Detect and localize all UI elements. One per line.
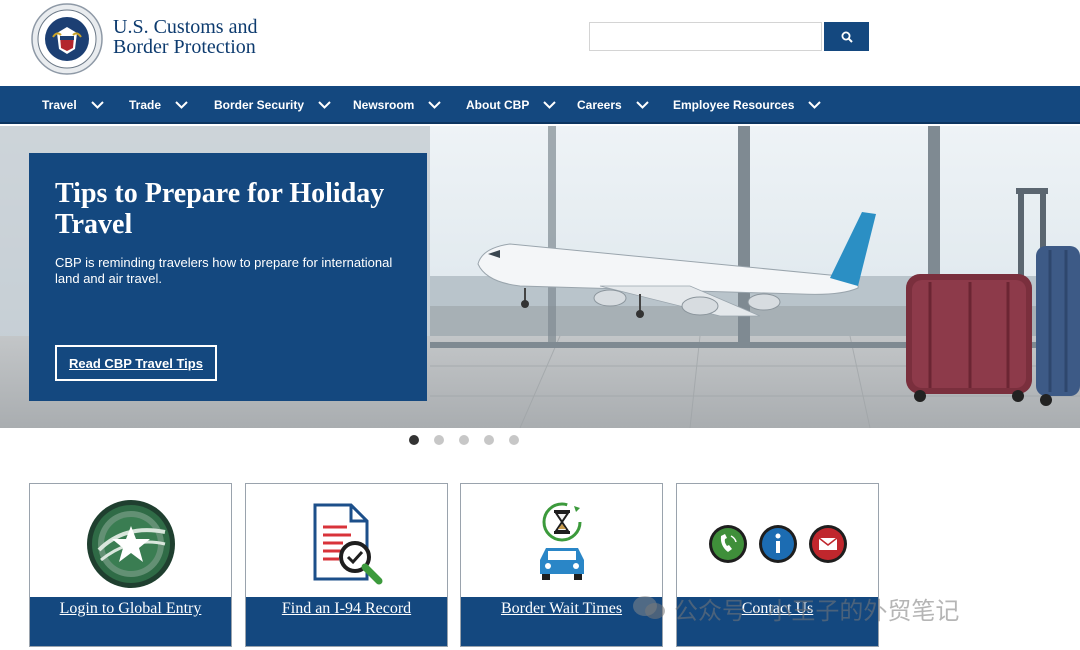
carousel-dot-4[interactable] bbox=[484, 435, 494, 445]
card-border-wait-times[interactable]: Border Wait Times bbox=[460, 483, 663, 647]
nav-item-label: Border Security bbox=[214, 98, 305, 112]
nav-item-label: Newsroom bbox=[353, 98, 415, 112]
nav-item-employee-resources[interactable]: Employee Resources bbox=[673, 86, 822, 124]
carousel-dot-5[interactable] bbox=[509, 435, 519, 445]
card-global-entry[interactable]: Login to Global Entry bbox=[29, 483, 232, 647]
nav-item-label: Careers bbox=[577, 98, 622, 112]
carousel-dots bbox=[409, 435, 519, 445]
cbp-seal-logo[interactable] bbox=[31, 3, 103, 75]
card-label: Login to Global Entry bbox=[30, 597, 231, 646]
info-icon bbox=[758, 525, 797, 563]
read-travel-tips-button[interactable]: Read CBP Travel Tips bbox=[55, 345, 217, 381]
chevron-down-icon bbox=[808, 101, 822, 109]
card-label: Border Wait Times bbox=[461, 597, 662, 646]
chevron-down-icon bbox=[90, 101, 104, 109]
search-icon bbox=[841, 31, 853, 43]
agency-name[interactable]: U.S. Customs and Border Protection bbox=[113, 17, 257, 57]
phone-icon bbox=[708, 525, 747, 563]
chevron-down-icon bbox=[428, 101, 442, 109]
nav-item-label: About CBP bbox=[466, 98, 530, 112]
card-label: Find an I-94 Record bbox=[246, 597, 447, 646]
global-entry-star-icon bbox=[86, 500, 175, 588]
nav-item-label: Travel bbox=[42, 98, 77, 112]
card-label: Contact Us bbox=[677, 597, 878, 646]
search-button[interactable] bbox=[824, 22, 869, 51]
card-contact-us[interactable]: Contact Us bbox=[676, 483, 879, 647]
nav-item-trade[interactable]: Trade bbox=[129, 86, 188, 124]
chevron-down-icon bbox=[318, 101, 331, 109]
nav-item-newsroom[interactable]: Newsroom bbox=[353, 86, 442, 124]
mail-icon bbox=[808, 525, 847, 563]
nav-item-about-cbp[interactable]: About CBP bbox=[466, 86, 557, 124]
main-nav: Travel Trade Border Security Newsroom Ab… bbox=[0, 86, 1080, 124]
agency-name-line2: Border Protection bbox=[113, 36, 256, 58]
carousel-dot-2[interactable] bbox=[434, 435, 444, 445]
carousel-dot-1[interactable] bbox=[409, 435, 419, 445]
site-header: U.S. Customs and Border Protection bbox=[0, 0, 1080, 86]
document-search-icon bbox=[313, 503, 382, 585]
card-i94-record[interactable]: Find an I-94 Record bbox=[245, 483, 448, 647]
hero-panel: Tips to Prepare for Holiday Travel CBP i… bbox=[29, 153, 427, 401]
nav-item-careers[interactable]: Careers bbox=[577, 86, 649, 124]
chevron-down-icon bbox=[543, 101, 557, 109]
nav-item-label: Employee Resources bbox=[673, 98, 795, 112]
carousel-dot-3[interactable] bbox=[459, 435, 469, 445]
hero-description: CBP is reminding travelers how to prepar… bbox=[55, 255, 393, 286]
nav-item-travel[interactable]: Travel bbox=[42, 86, 104, 124]
hero-title: Tips to Prepare for Holiday Travel bbox=[55, 178, 385, 240]
nav-item-border-security[interactable]: Border Security bbox=[214, 86, 331, 124]
hero-carousel: Tips to Prepare for Holiday Travel CBP i… bbox=[0, 126, 1080, 428]
chevron-down-icon bbox=[175, 101, 188, 109]
agency-name-line1: U.S. Customs and bbox=[113, 16, 258, 38]
chevron-down-icon bbox=[635, 101, 649, 109]
search-input[interactable] bbox=[589, 22, 822, 51]
nav-item-label: Trade bbox=[129, 98, 162, 112]
hourglass-car-icon bbox=[539, 502, 584, 580]
